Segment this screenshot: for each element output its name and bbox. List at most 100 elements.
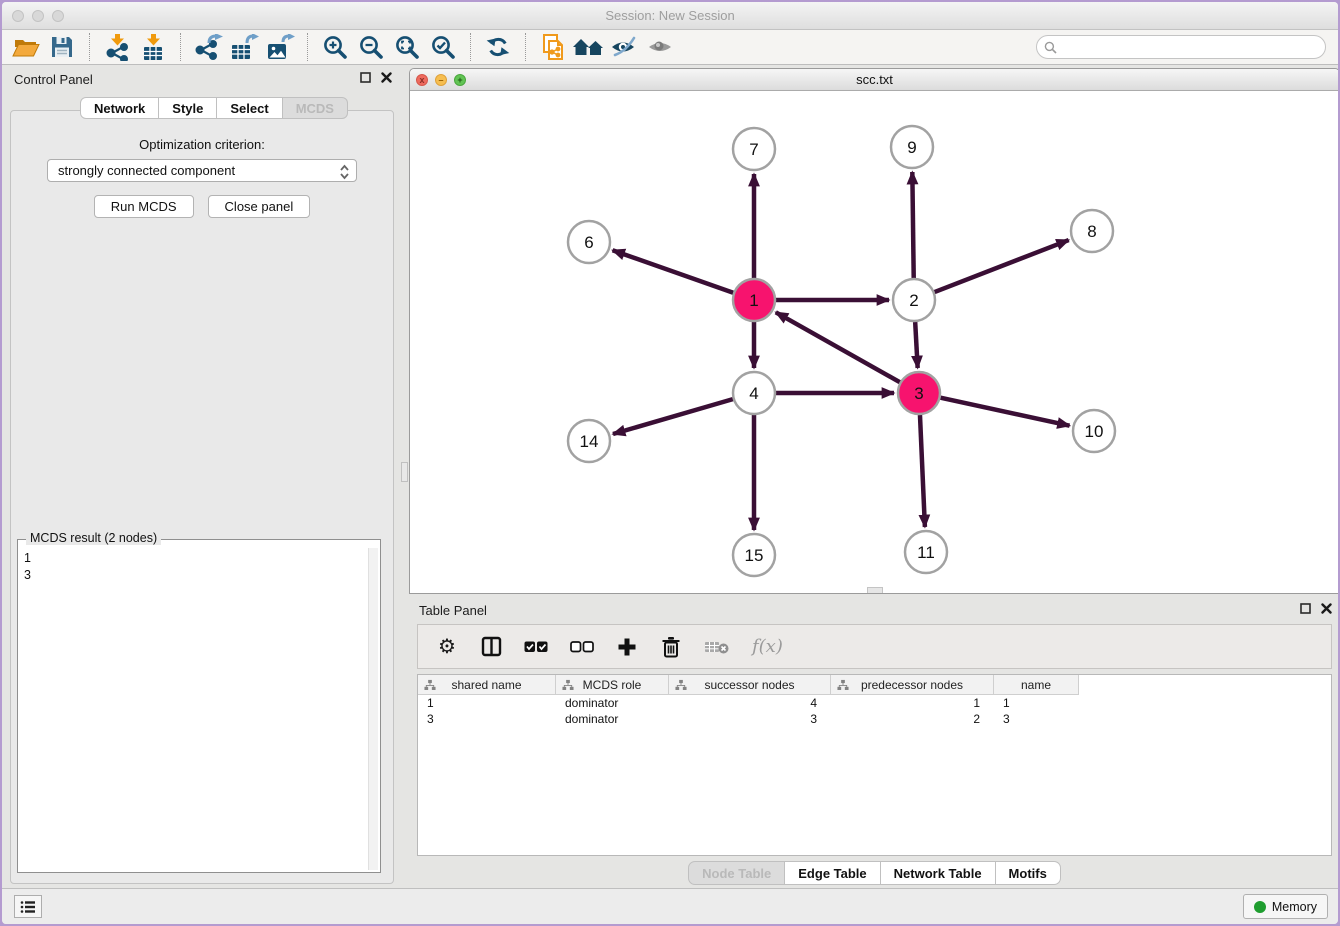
function-builder-button[interactable]: f(x) — [752, 636, 783, 657]
node-14[interactable]: 14 — [568, 420, 610, 462]
node-3[interactable]: 3 — [898, 372, 940, 414]
show-column-button[interactable] — [480, 636, 502, 657]
export-image-button[interactable] — [262, 32, 298, 62]
save-session-button[interactable] — [44, 32, 80, 62]
show-all-button[interactable] — [643, 32, 679, 62]
close-panel-icon[interactable] — [381, 72, 392, 83]
first-neighbors-button[interactable] — [571, 32, 607, 62]
edge-2-8[interactable] — [935, 240, 1069, 292]
svg-text:11: 11 — [917, 543, 935, 562]
column-header-successor-nodes[interactable]: successor nodes — [669, 675, 831, 695]
table-cell[interactable]: 1 — [831, 695, 994, 711]
network-canvas[interactable]: 7 9 6 8 1 2 4 3 14 10 15 11 — [410, 91, 1339, 593]
table-cell[interactable]: 3 — [669, 711, 831, 727]
table-cell[interactable]: 3 — [994, 711, 1079, 727]
tab-motifs[interactable]: Motifs — [996, 861, 1061, 885]
float-panel-icon[interactable] — [1300, 603, 1311, 614]
task-history-button[interactable] — [14, 895, 42, 918]
node-1[interactable]: 1 — [733, 279, 775, 321]
column-header-name[interactable]: name — [994, 675, 1079, 695]
edge-4-14[interactable] — [613, 399, 733, 434]
result-scrollbar[interactable] — [368, 548, 378, 870]
houses-icon — [572, 35, 606, 59]
fx-icon: f(x) — [752, 636, 783, 657]
refresh-icon — [485, 34, 511, 60]
column-header-mcds-role[interactable]: MCDS role — [556, 675, 669, 695]
run-mcds-button[interactable]: Run MCDS — [94, 195, 194, 218]
optimization-criterion-select[interactable]: strongly connected component — [47, 159, 357, 182]
deselect-all-rows-button[interactable] — [570, 641, 594, 653]
canvas-resize-handle[interactable] — [867, 587, 883, 593]
float-panel-icon[interactable] — [360, 72, 371, 83]
splitter-handle[interactable] — [401, 462, 408, 482]
add-column-button[interactable] — [616, 637, 638, 657]
zoom-fit-button[interactable] — [389, 32, 425, 62]
close-panel-icon[interactable] — [1321, 603, 1332, 614]
zoom-out-button[interactable] — [353, 32, 389, 62]
svg-text:8: 8 — [1087, 222, 1096, 241]
node-8[interactable]: 8 — [1071, 210, 1113, 252]
edge-2-9[interactable] — [912, 172, 913, 278]
table-panel: Table Panel ⚙ — [409, 597, 1340, 890]
svg-text:7: 7 — [749, 140, 758, 159]
tab-style[interactable]: Style — [159, 97, 217, 119]
search-input[interactable] — [1062, 40, 1325, 54]
node-11[interactable]: 11 — [905, 531, 947, 573]
node-4[interactable]: 4 — [733, 372, 775, 414]
table-cell[interactable]: 2 — [831, 711, 994, 727]
tab-edge-table[interactable]: Edge Table — [785, 861, 880, 885]
table-cell[interactable]: 1 — [994, 695, 1079, 711]
table-cell[interactable]: 1 — [418, 695, 556, 711]
memory-button[interactable]: Memory — [1243, 894, 1328, 919]
node-10[interactable]: 10 — [1073, 410, 1115, 452]
node-9[interactable]: 9 — [891, 126, 933, 168]
node-7[interactable]: 7 — [733, 128, 775, 170]
zoom-selected-button[interactable] — [425, 32, 461, 62]
zoom-selected-icon — [430, 34, 456, 60]
delete-column-button[interactable] — [660, 636, 682, 658]
refresh-view-button[interactable] — [480, 32, 516, 62]
tab-node-table[interactable]: Node Table — [688, 861, 785, 885]
hide-selected-button[interactable] — [607, 32, 643, 62]
edge-1-6[interactable] — [613, 250, 734, 292]
export-table-button[interactable] — [226, 32, 262, 62]
edge-3-1[interactable] — [776, 312, 900, 382]
table-row[interactable]: 1dominator411 — [418, 695, 1331, 711]
tab-select[interactable]: Select — [217, 97, 282, 119]
search-box[interactable] — [1036, 35, 1326, 59]
edge-2-3[interactable] — [915, 322, 917, 368]
node-6[interactable]: 6 — [568, 221, 610, 263]
mcds-result-text[interactable]: 1 3 — [24, 550, 366, 870]
hierarchy-icon — [837, 679, 849, 691]
column-header-shared-name[interactable]: shared name — [418, 675, 556, 695]
close-panel-button[interactable]: Close panel — [208, 195, 311, 218]
node-2[interactable]: 2 — [893, 279, 935, 321]
open-file-button[interactable] — [8, 32, 44, 62]
delete-table-button[interactable] — [704, 639, 730, 655]
table-row[interactable]: 3dominator323 — [418, 711, 1331, 727]
tab-network-table[interactable]: Network Table — [881, 861, 996, 885]
import-network-button[interactable] — [99, 32, 135, 62]
window-title: Session: New Session — [2, 8, 1338, 23]
control-panel-header: Control Panel — [4, 66, 400, 92]
panel-splitter[interactable] — [400, 65, 409, 888]
import-table-button[interactable] — [135, 32, 171, 62]
zoom-in-button[interactable] — [317, 32, 353, 62]
new-network-from-selection-button[interactable] — [535, 32, 571, 62]
table-cell[interactable]: 3 — [418, 711, 556, 727]
network-graph[interactable]: 7 9 6 8 1 2 4 3 14 10 15 11 — [410, 91, 1339, 593]
table-settings-button[interactable]: ⚙ — [436, 634, 458, 659]
table-cell[interactable]: 4 — [669, 695, 831, 711]
node-15[interactable]: 15 — [733, 534, 775, 576]
edge-3-10[interactable] — [940, 398, 1069, 426]
column-header-predecessor-nodes[interactable]: predecessor nodes — [831, 675, 994, 695]
tab-mcds[interactable]: MCDS — [283, 97, 348, 119]
table-cell[interactable]: dominator — [556, 711, 669, 727]
export-network-button[interactable] — [190, 32, 226, 62]
edge-3-11[interactable] — [920, 415, 925, 527]
svg-text:15: 15 — [745, 546, 764, 565]
tab-network[interactable]: Network — [80, 97, 159, 119]
table-cell[interactable]: dominator — [556, 695, 669, 711]
optimization-criterion-label: Optimization criterion: — [11, 137, 393, 152]
select-all-rows-button[interactable] — [524, 641, 548, 653]
